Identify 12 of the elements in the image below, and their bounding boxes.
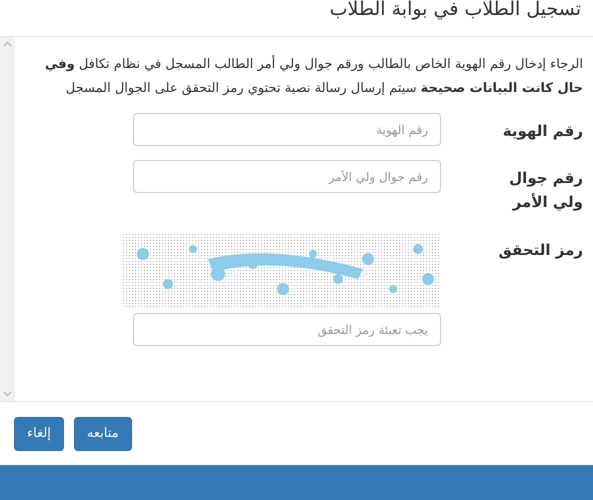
- field-label: رقم جوال ولي الأمر: [509, 169, 583, 211]
- input-field[interactable]: يجب تعبئة رمز التحقق: [133, 313, 441, 346]
- cancel-button[interactable]: إلغاء: [14, 416, 64, 450]
- field-label: رقم الهوية: [502, 122, 583, 140]
- scrollbar[interactable]: [0, 37, 15, 401]
- caret-up-icon[interactable]: [3, 41, 12, 47]
- dialog-title: تسجيل الطلاب في بوابة الطلاب: [330, 0, 581, 20]
- intro-paragraph: الرجاء إدخال رقم الهوية الخاص بالطالب ورقم جوال ولي أمر الطالب المسجل في نظام تكافل وفي حال كانت البيانات صحيحة سيتم إرسال رسالة نصية تحتوي رمز التحقق على الجوال المسجل: [44, 54, 583, 98]
- caret-down-icon[interactable]: [3, 391, 12, 397]
- input-field[interactable]: رقم الهوية: [133, 113, 441, 146]
- field-label: رمز التحقق: [498, 241, 583, 259]
- continue-button[interactable]: متابعه: [74, 416, 132, 450]
